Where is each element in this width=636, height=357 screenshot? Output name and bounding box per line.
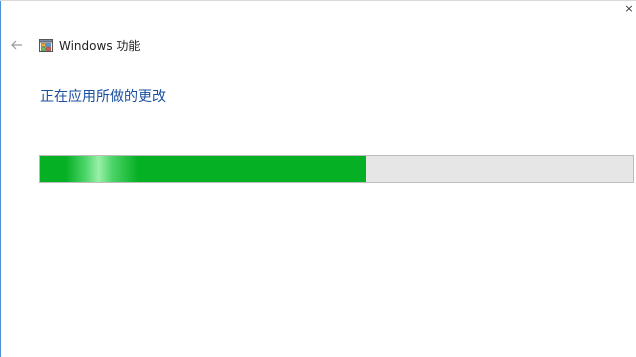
window-top-border: [0, 0, 636, 1]
close-icon[interactable]: ×: [624, 3, 634, 14]
window-title: Windows 功能: [59, 38, 141, 53]
windows-features-icon: [38, 37, 54, 53]
back-arrow-icon[interactable]: [8, 36, 26, 54]
window-left-border: [0, 0, 1, 357]
windows-features-dialog: × Windows 功能 正在应用所做的更改: [0, 0, 636, 357]
header-row: Windows 功能: [8, 35, 140, 55]
progress-bar: [39, 155, 634, 183]
progress-bar-fill: [40, 156, 367, 182]
status-heading: 正在应用所做的更改: [40, 89, 166, 105]
